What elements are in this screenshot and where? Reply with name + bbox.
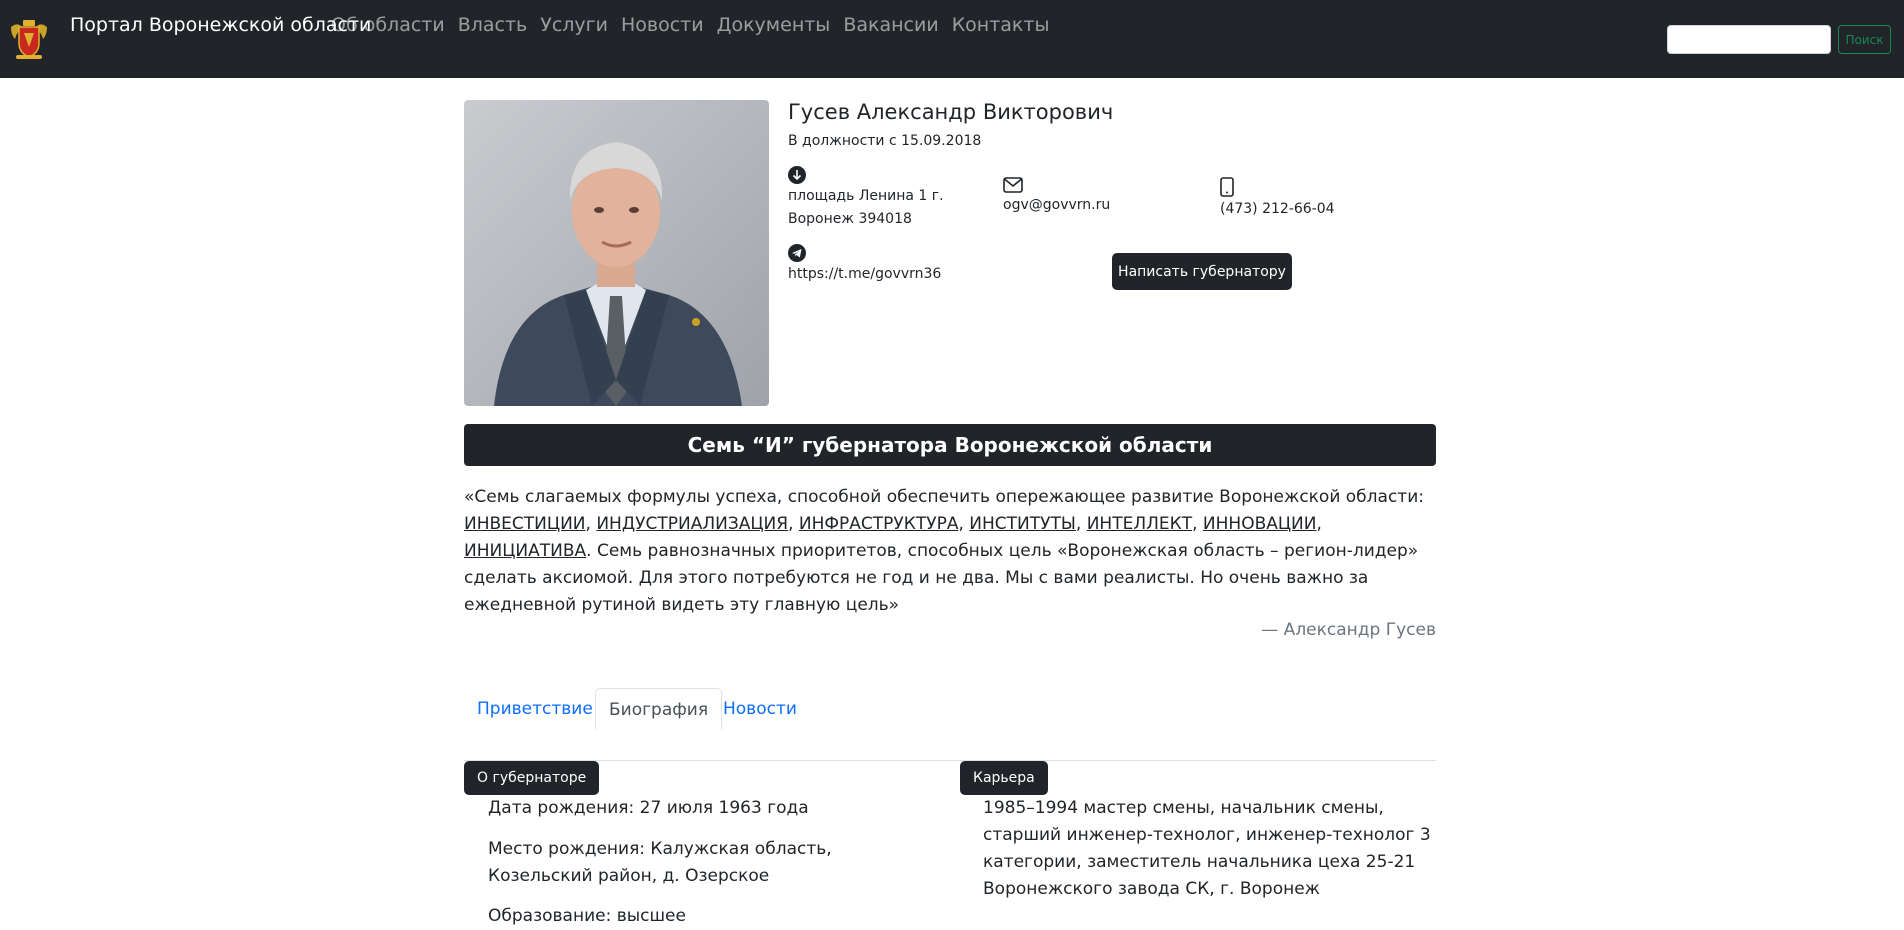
phone-value[interactable]: (473) 212-66-04 [1220, 198, 1335, 221]
telegram-contact: https://t.me/govvrn36 [788, 244, 941, 286]
arrow-down-circle-icon [788, 166, 806, 184]
search-input[interactable] [1667, 25, 1831, 54]
birth-place: Место рождения: Калужская область, Козел… [488, 839, 832, 886]
nav-link-news[interactable]: Новости [621, 14, 704, 36]
governor-photo [464, 100, 769, 406]
nav-link-vacancies[interactable]: Вакансии [843, 14, 938, 36]
address-line-1: площадь Ленина 1 г. [788, 188, 944, 204]
about-governor-badge: О губернаторе [464, 761, 600, 795]
birth-date: Дата рождения: 27 июля 1963 года [488, 798, 809, 818]
main-nav: Об области Власть Услуги Новости Докумен… [331, 14, 1062, 36]
nav-link-documents[interactable]: Документы [717, 14, 831, 36]
email-contact: ogv@govvrn.ru [1003, 177, 1110, 217]
top-navbar: Портал Воронежской области Об области Вл… [0, 0, 1904, 78]
email-value[interactable]: ogv@govvrn.ru [1003, 194, 1110, 217]
telegram-icon [788, 244, 806, 262]
tab-biography[interactable]: Биография [595, 688, 723, 730]
career-entry: 1985–1994 мастер смены, начальник смены,… [983, 798, 1431, 899]
education: Образование: высшее [488, 906, 686, 926]
address-line-2: Воронеж 394018 [788, 211, 912, 227]
nav-link-about[interactable]: Об области [331, 14, 445, 36]
nav-link-services[interactable]: Услуги [540, 14, 608, 36]
keyword-investments-link[interactable]: ИНВЕСТИЦИИ [464, 514, 586, 534]
phone-icon [1220, 177, 1234, 197]
keyword-intellect-link[interactable]: ИНТЕЛЛЕКТ [1087, 514, 1192, 534]
bio-tabs: Приветствие Биография Новости [464, 688, 1436, 761]
keyword-initiative-link[interactable]: ИНИЦИАТИВА [464, 541, 586, 561]
search-button[interactable]: Поиск [1838, 25, 1891, 54]
keyword-innovations-link[interactable]: ИННОВАЦИИ [1203, 514, 1317, 534]
governor-name: Гусев Александр Викторович [788, 100, 1114, 124]
keyword-industrialization-link[interactable]: ИНДУСТРИАЛИЗАЦИЯ [596, 514, 788, 534]
coat-of-arms-logo[interactable] [7, 17, 51, 61]
phone-contact: (473) 212-66-04 [1220, 177, 1335, 221]
telegram-link[interactable]: https://t.me/govvrn36 [788, 263, 941, 286]
brand-link[interactable]: Портал Воронежской области [70, 14, 371, 36]
envelope-icon [1003, 177, 1023, 193]
tab-greeting[interactable]: Приветствие [464, 688, 606, 730]
governor-quote: «Семь слагаемых формулы успеха, способно… [464, 487, 1424, 615]
tab-news[interactable]: Новости [710, 688, 810, 730]
nav-link-contacts[interactable]: Контакты [952, 14, 1050, 36]
keyword-institutions-link[interactable]: ИНСТИТУТЫ [969, 514, 1076, 534]
seven-i-banner: Семь “И” губернатора Воронежской области [464, 424, 1436, 466]
write-governor-button[interactable]: Написать губернатору [1112, 253, 1292, 290]
career-badge: Карьера [960, 761, 1048, 795]
quote-intro: «Семь слагаемых формулы успеха, способно… [464, 487, 1424, 507]
in-office-since: В должности с 15.09.2018 [788, 133, 982, 149]
nav-link-government[interactable]: Власть [458, 14, 528, 36]
keyword-infrastructure-link[interactable]: ИНФРАСТРУКТУРА [799, 514, 959, 534]
quote-outro: Семь равнозначных приоритетов, способных… [464, 541, 1419, 615]
quote-author: — Александр Гусев [1261, 620, 1436, 640]
address-contact: площадь Ленина 1 г. Воронеж 394018 [788, 166, 944, 231]
